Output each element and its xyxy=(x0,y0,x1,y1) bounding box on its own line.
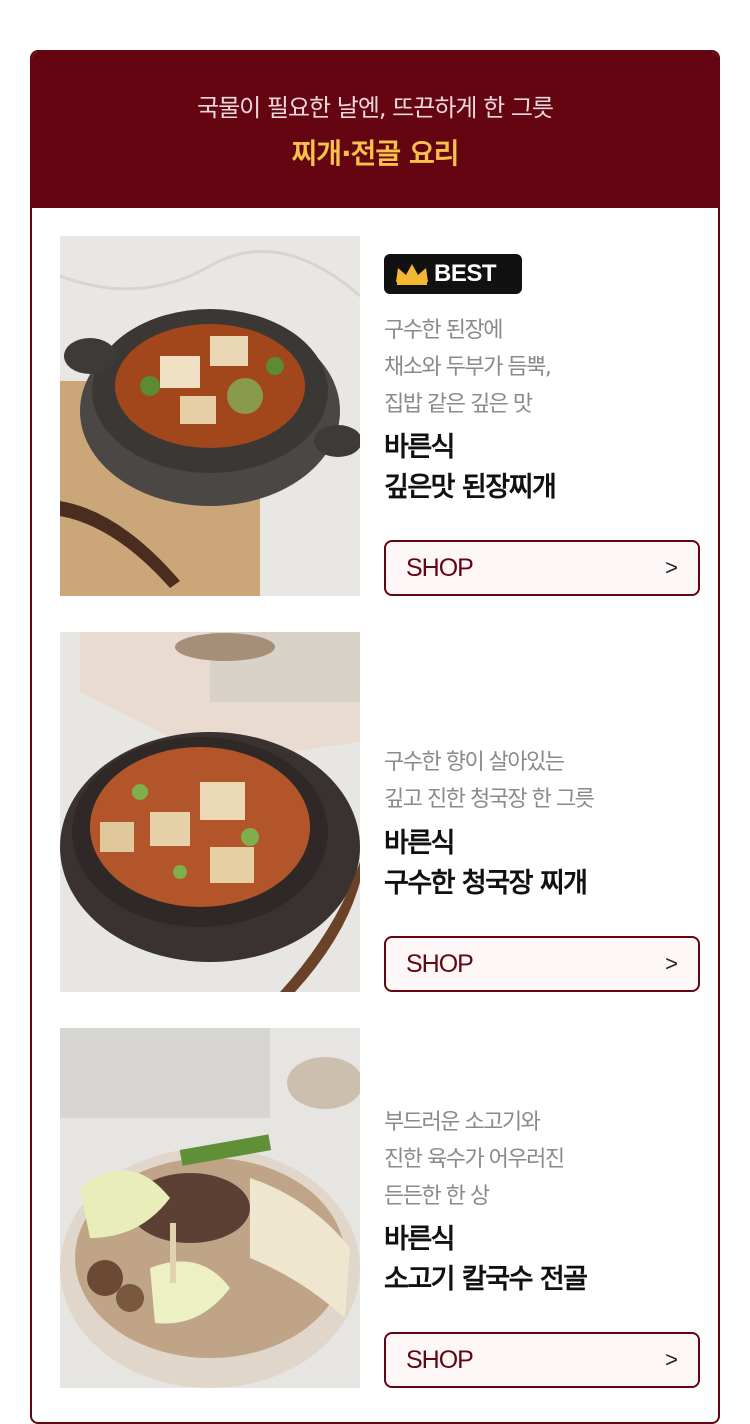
product-image-cheonggukjang[interactable] xyxy=(60,632,360,992)
product-card-cheonggukjang: 구수한 향이 살아있는 깊고 진한 청국장 한 그릇 바른식 구수한 청국장 찌… xyxy=(60,632,700,992)
description-line: 구수한 향이 살아있는 xyxy=(384,750,565,775)
description-line: 깊고 진한 청국장 한 그릇 xyxy=(384,787,595,812)
product-info: 부드러운 소고기와 진한 육수가 어우러진 든든한 한 상 바른식 소고기 칼국… xyxy=(384,1028,700,1388)
shop-button-cheonggukjang[interactable]: SHOP > xyxy=(384,936,700,992)
product-name: 바른식 깊은맛 된장찌개 xyxy=(384,428,557,508)
product-name: 바른식 소고기 칼국수 전골 xyxy=(384,1220,588,1300)
shop-button-label: SHOP xyxy=(406,553,474,582)
product-image-kalguksu[interactable] xyxy=(60,1028,360,1388)
product-card-doenjang: BEST 구수한 된장에 채소와 두부가 듬뿍, 집밥 같은 깊은 맛 바른식 … xyxy=(60,236,700,596)
product-name: 바른식 구수한 청국장 찌개 xyxy=(384,824,588,904)
product-info: BEST 구수한 된장에 채소와 두부가 듬뿍, 집밥 같은 깊은 맛 바른식 … xyxy=(384,236,700,596)
description-line: 부드러운 소고기와 xyxy=(384,1110,541,1135)
product-title: 소고기 칼국수 전골 xyxy=(384,1264,588,1295)
section-title: 찌개·전골 요리 xyxy=(291,137,460,170)
description-line: 든든한 한 상 xyxy=(384,1184,490,1209)
section-subtitle: 국물이 필요한 날엔, 뜨끈하게 한 그릇 xyxy=(197,94,554,122)
description-line: 집밥 같은 깊은 맛 xyxy=(384,392,533,417)
chevron-right-icon: > xyxy=(665,951,678,976)
shop-button-label: SHOP xyxy=(406,1345,474,1374)
brand-name: 바른식 xyxy=(384,432,456,463)
chevron-right-icon: > xyxy=(665,1347,678,1372)
product-description: 구수한 된장에 채소와 두부가 듬뿍, 집밥 같은 깊은 맛 xyxy=(384,312,552,423)
product-title: 구수한 청국장 찌개 xyxy=(384,868,588,899)
section-header: 국물이 필요한 날엔, 뜨끈하게 한 그릇 찌개·전골 요리 xyxy=(32,52,718,208)
stew-section-card: 국물이 필요한 날엔, 뜨끈하게 한 그릇 찌개·전골 요리 BEST 구수한 … xyxy=(30,50,720,1424)
brand-name: 바른식 xyxy=(384,1224,456,1255)
description-line: 채소와 두부가 듬뿍, xyxy=(384,355,552,380)
badge-label: BEST xyxy=(434,260,497,287)
product-image-doenjang[interactable] xyxy=(60,236,360,596)
shop-button-kalguksu[interactable]: SHOP > xyxy=(384,1332,700,1388)
brand-name: 바른식 xyxy=(384,828,456,859)
chevron-right-icon: > xyxy=(665,555,678,580)
crown-icon xyxy=(396,264,428,285)
description-line: 구수한 된장에 xyxy=(384,318,503,343)
product-title: 깊은맛 된장찌개 xyxy=(384,472,557,503)
description-line: 진한 육수가 어우러진 xyxy=(384,1147,565,1172)
shop-button-label: SHOP xyxy=(406,949,474,978)
shop-button-doenjang[interactable]: SHOP > xyxy=(384,540,700,596)
product-description: 구수한 향이 살아있는 깊고 진한 청국장 한 그릇 xyxy=(384,744,595,818)
product-description: 부드러운 소고기와 진한 육수가 어우러진 든든한 한 상 xyxy=(384,1104,565,1215)
product-info: 구수한 향이 살아있는 깊고 진한 청국장 한 그릇 바른식 구수한 청국장 찌… xyxy=(384,632,700,992)
best-badge: BEST xyxy=(384,254,522,294)
product-card-kalguksu: 부드러운 소고기와 진한 육수가 어우러진 든든한 한 상 바른식 소고기 칼국… xyxy=(60,1028,700,1388)
